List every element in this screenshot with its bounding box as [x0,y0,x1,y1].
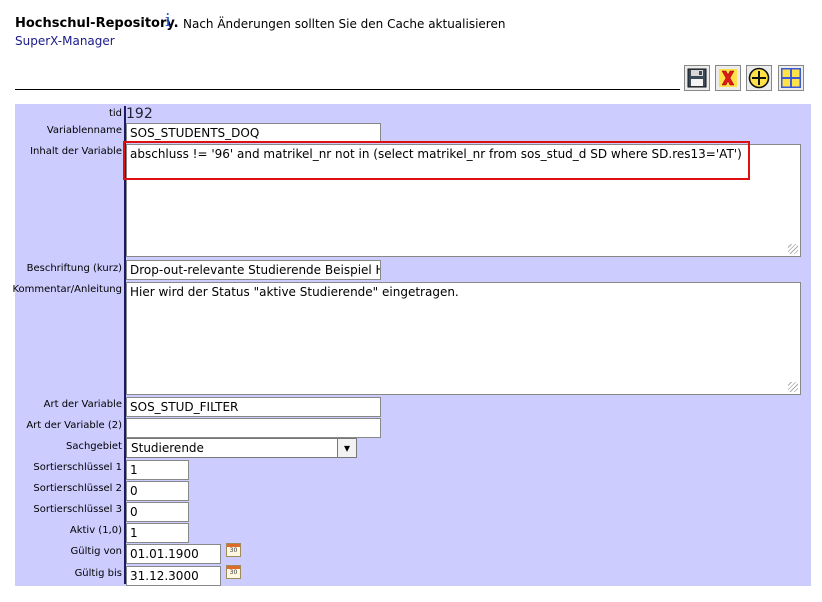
aktiv-label: Aktiv (1,0) [69,525,122,536]
sachgebiet-selected: Studierende [131,441,204,455]
gueltig-von-input[interactable]: 01.01.1900 [126,544,221,564]
sort1-input[interactable]: 1 [126,460,189,480]
kommentar-textarea[interactable]: Hier wird der Status "aktive Studierende… [126,282,801,395]
art2-label: Art der Variable (2) [26,420,122,431]
beschriftung-label: Beschriftung (kurz) [26,263,122,274]
header-divider [15,89,680,90]
tid-value: 192 [126,106,153,122]
calendar-icon[interactable]: 30 [226,543,241,557]
sachgebiet-select[interactable]: Studierende ▾ [126,438,357,458]
kommentar-label: Kommentar/Anleitung [12,284,122,295]
grid-icon [781,68,801,88]
aktiv-input[interactable]: 1 [126,523,189,543]
calendar-icon[interactable]: 30 [226,565,241,579]
tid-label: tid [108,108,122,119]
art2-input[interactable] [126,418,381,438]
art-label: Art der Variable [43,399,122,410]
gueltig-bis-label: Gültig bis [74,568,122,579]
kommentar-text: Hier wird der Status "aktive Studierende… [130,285,459,299]
info-icon: i [165,10,171,31]
sort1-label: Sortierschlüssel 1 [33,462,122,473]
inhalt-label: Inhalt der Variable [30,146,122,157]
delete-button[interactable] [715,65,741,91]
delete-icon [719,69,737,87]
sort2-label: Sortierschlüssel 2 [33,483,122,494]
add-button[interactable] [746,65,772,91]
sachgebiet-label: Sachgebiet [65,441,122,452]
sort3-label: Sortierschlüssel 3 [33,504,122,515]
resize-grip-icon[interactable] [788,382,798,392]
save-icon [687,68,707,88]
variablenname-input[interactable]: SOS_STUDENTS_DOQ [126,123,381,142]
gueltig-bis-input[interactable]: 31.12.3000 [126,566,221,586]
sort3-input[interactable]: 0 [126,502,189,522]
page-title: Hochschul-Repository. [15,16,179,31]
add-icon [748,67,770,89]
sort2-input[interactable]: 0 [126,481,189,501]
app-subtitle[interactable]: SuperX-Manager [15,34,115,48]
highlight-box [123,141,750,180]
variablenname-label: Variablenname [46,125,122,136]
art-input[interactable]: SOS_STUD_FILTER [126,397,381,417]
resize-grip-icon[interactable] [788,244,798,254]
grid-button[interactable] [778,65,804,91]
beschriftung-input[interactable]: Drop-out-relevante Studierende Beispiel … [126,260,381,280]
save-button[interactable] [684,65,710,91]
chevron-down-icon[interactable]: ▾ [337,439,356,457]
gueltig-von-label: Gültig von [70,546,122,557]
cache-hint-message: Nach Änderungen sollten Sie den Cache ak… [183,17,506,31]
